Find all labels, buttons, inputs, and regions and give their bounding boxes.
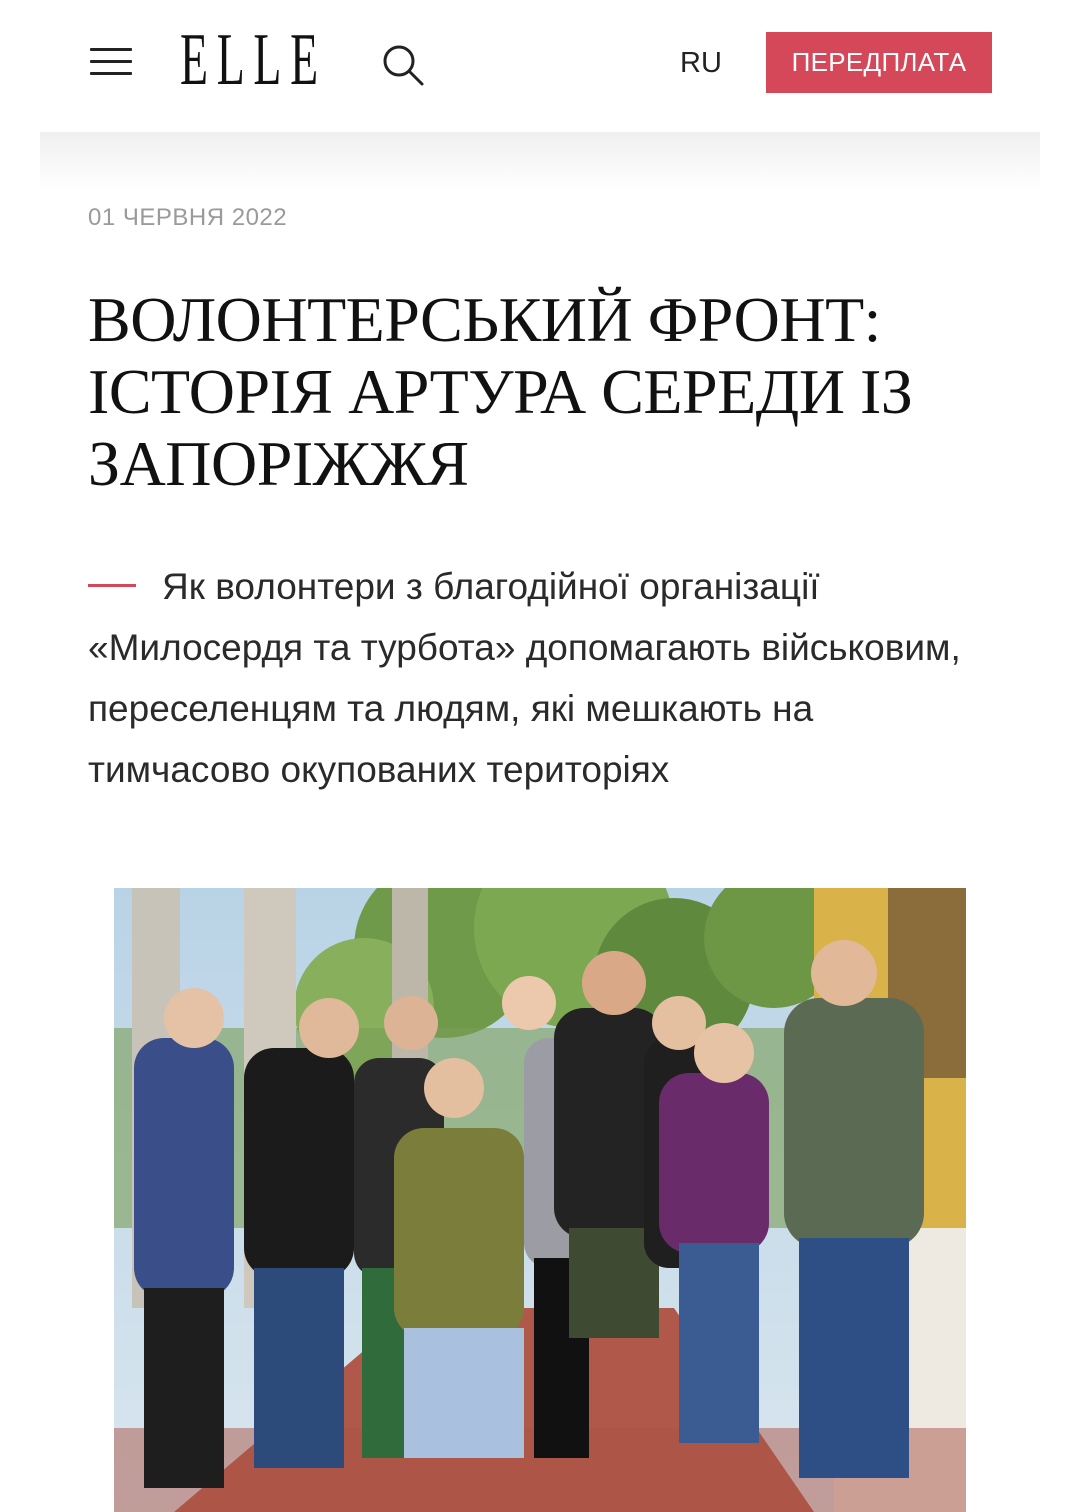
article-lead: Як волонтери з благодійної організації «… [88,556,988,800]
header-shadow [40,132,1040,192]
title-line: ІСТОРІЯ АРТУРА СЕРЕДИ ІЗ [88,356,913,427]
menu-icon[interactable] [90,44,132,78]
subscribe-button[interactable]: ПЕРЕДПЛАТА [766,32,992,93]
title-line: ЗАПОРІЖЖЯ [88,428,469,499]
lead-text: Як волонтери з благодійної організації «… [88,566,961,790]
group-photo-illustration [114,888,966,1512]
search-icon[interactable] [378,40,426,88]
site-header: ELLE RU ПЕРЕДПЛАТА [0,0,1080,128]
article-title: ВОЛОНТЕРСЬКИЙ ФРОНТ: ІСТОРІЯ АРТУРА СЕРЕ… [88,284,988,500]
article-photo[interactable] [114,888,966,1512]
lead-dash [88,583,136,587]
language-switch-ru[interactable]: RU [680,46,722,80]
title-line: ВОЛОНТЕРСЬКИЙ ФРОНТ: [88,284,881,355]
article-date: 01 ЧЕРВНЯ 2022 [88,204,288,231]
elle-logo[interactable]: ELLE [180,22,327,98]
